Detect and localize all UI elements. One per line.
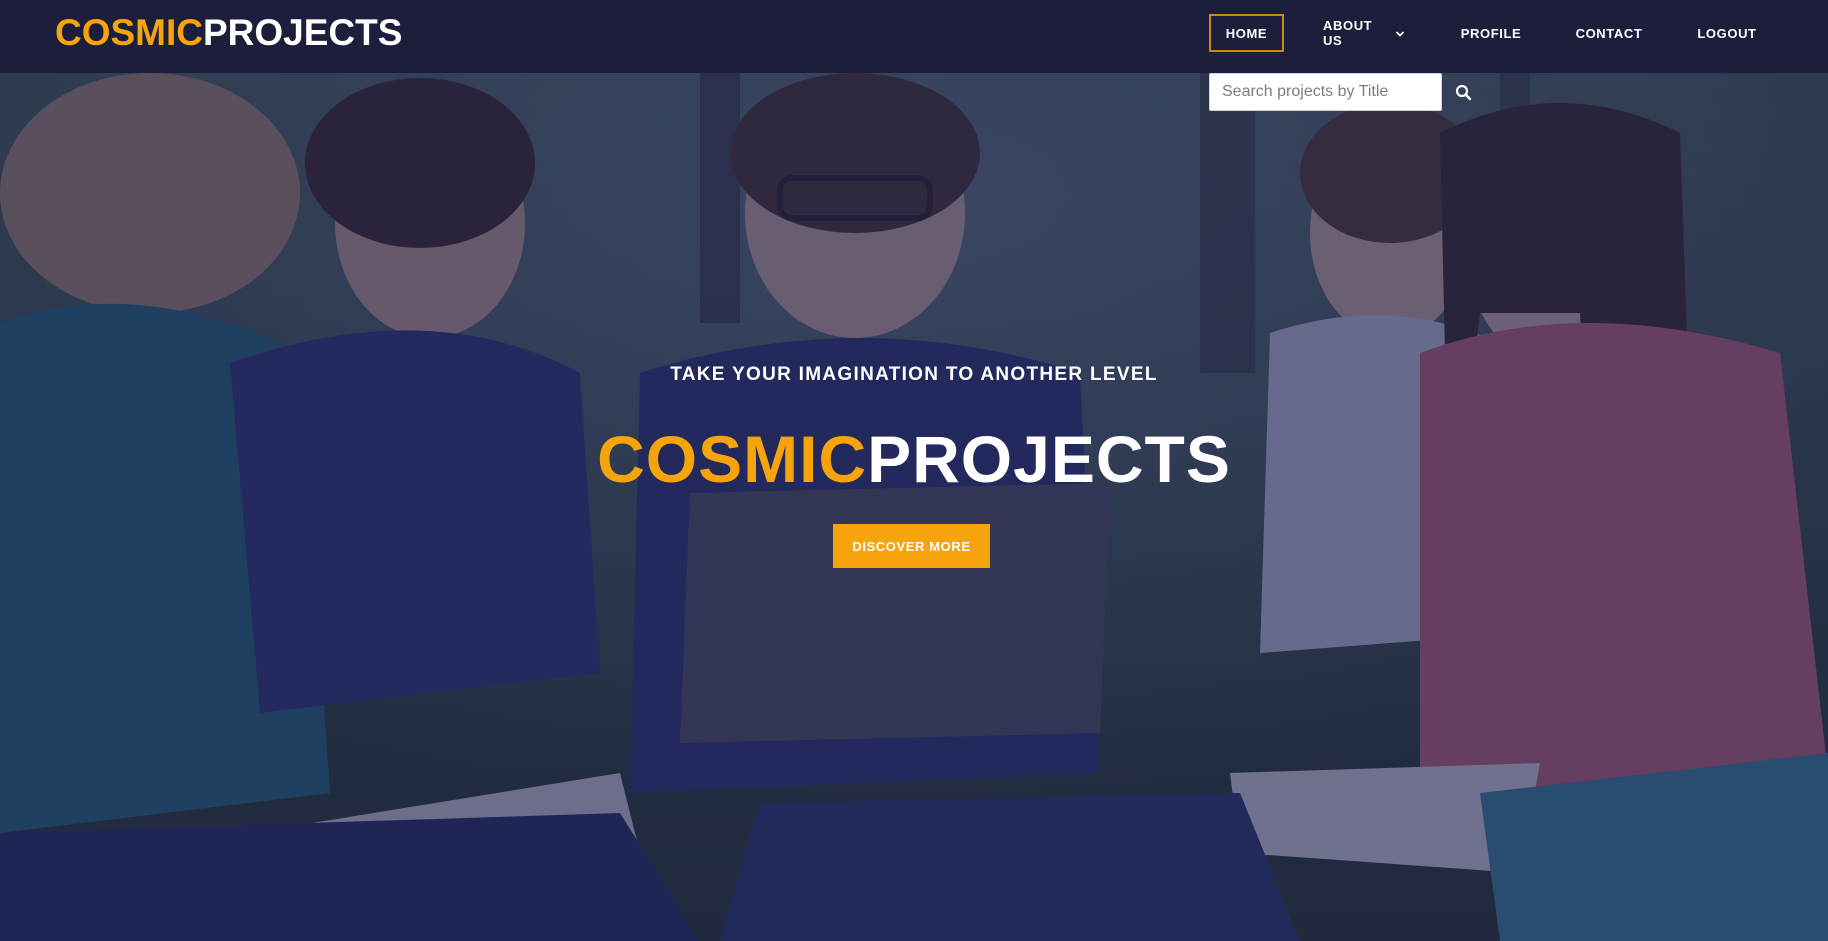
- nav-home-label: HOME: [1225, 25, 1268, 41]
- nav-about-us-label: ABOUT US: [1323, 18, 1373, 48]
- nav-logout-label: LOGOUT: [1697, 25, 1757, 41]
- nav-contact-label: CONTACT: [1575, 25, 1643, 41]
- nav-logout[interactable]: LOGOUT: [1697, 14, 1757, 52]
- search-icon: [1455, 84, 1471, 100]
- discover-more-button[interactable]: DISCOVER MORE: [833, 524, 990, 568]
- nav-about-us[interactable]: ABOUT US: [1321, 14, 1407, 52]
- chevron-down-icon: [1395, 28, 1405, 38]
- hero-content: TAKE YOUR IMAGINATION TO ANOTHER LEVEL C…: [0, 73, 1828, 941]
- search-button[interactable]: [1442, 73, 1484, 111]
- main-nav: HOME ABOUT US PROFILE CONTACT LOGOUT: [1209, 14, 1757, 52]
- hero-title-rest: PROJECTS: [867, 422, 1231, 496]
- nav-profile[interactable]: PROFILE: [1460, 14, 1522, 52]
- nav-profile-label: PROFILE: [1460, 25, 1522, 41]
- search-form: [1209, 73, 1484, 111]
- top-navbar: COSMICPROJECTS HOME ABOUT US PROFILE CON…: [0, 0, 1828, 73]
- search-input[interactable]: [1209, 73, 1442, 111]
- hero-title: COSMICPROJECTS: [0, 419, 1828, 499]
- hero-section: TAKE YOUR IMAGINATION TO ANOTHER LEVEL C…: [0, 73, 1828, 941]
- nav-home[interactable]: HOME: [1209, 14, 1284, 52]
- page: COSMICPROJECTS HOME ABOUT US PROFILE CON…: [0, 0, 1828, 941]
- brand-logo[interactable]: COSMICPROJECTS: [55, 11, 402, 55]
- brand-rest: PROJECTS: [203, 12, 403, 53]
- hero-title-accent: COSMIC: [597, 422, 868, 496]
- nav-contact[interactable]: CONTACT: [1575, 14, 1643, 52]
- hero-tagline: TAKE YOUR IMAGINATION TO ANOTHER LEVEL: [670, 364, 1158, 385]
- brand-accent: COSMIC: [55, 12, 203, 53]
